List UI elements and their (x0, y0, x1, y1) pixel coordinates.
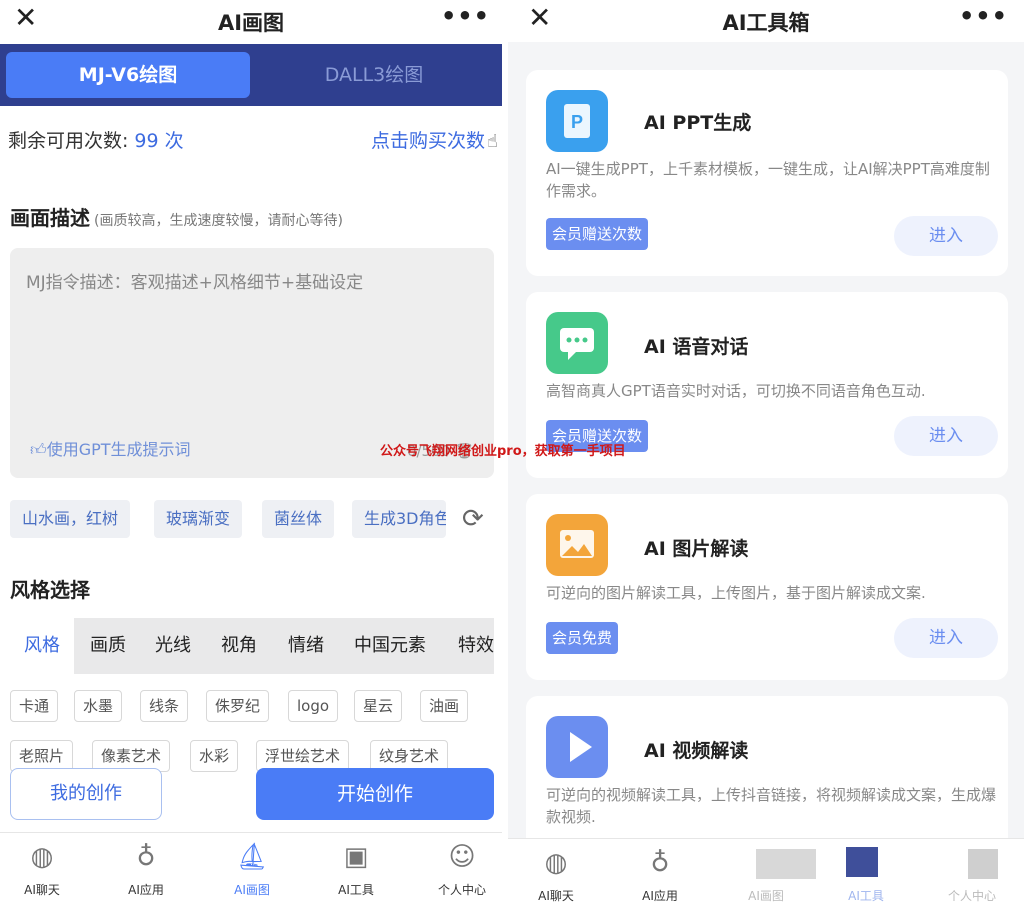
enter-button[interactable]: 进入 (894, 216, 998, 256)
tool-name: AI PPT生成 (644, 112, 752, 134)
tab-mj-v6[interactable]: MJ-V6绘图 (6, 52, 250, 98)
lightbulb-icon: ♁ (650, 848, 670, 878)
tab-dall3[interactable]: DALL3绘图 (252, 52, 496, 98)
style-tab[interactable]: 风格 (10, 618, 74, 674)
thumb-up-icon: 👍︎ (30, 440, 47, 459)
style-tag[interactable]: 星云 (354, 690, 403, 722)
page-title: AI工具箱 (722, 11, 810, 35)
ppt-icon: P (546, 90, 608, 152)
tool-description: AI一键生成PPT，上千素材模板，一键生成，让AI解决PPT高难度制作需求。 (546, 160, 990, 200)
style-tab[interactable]: 视角 (221, 618, 257, 674)
nav-item-ai-chat[interactable]: ◍ AI聊天 (508, 845, 604, 904)
prompt-chip[interactable]: 菌丝体 (262, 500, 335, 538)
tool-card-image-reading: AI 图片解读 可逆向的图片解读工具，上传图片，基于图片解读成文案. 会员免费 … (526, 494, 1008, 680)
sailboat-icon: ⛵︎ (235, 842, 269, 872)
enter-button[interactable]: 进入 (894, 416, 998, 456)
remaining-count: 剩余可用次数: 99 次 (8, 126, 184, 153)
watermark-text: 公众号飞翔网络创业pro，获取第一手项目 (380, 444, 626, 459)
prompt-placeholder: MJ指令描述：客观描述+风格细节+基础设定 (26, 273, 364, 293)
bottom-nav: ◍ AI聊天 ♁ AI应用 ⛵︎ AI画图 ▣ AI工具 ☺ 个人中心 (0, 832, 502, 904)
nav-label: AI画图 (748, 889, 784, 903)
style-tag[interactable]: 油画 (420, 690, 469, 722)
chat-bubble-icon (546, 312, 608, 374)
enter-button[interactable]: 进入 (894, 618, 998, 658)
start-creating-button[interactable]: 开始创作 (256, 768, 494, 820)
tool-name: AI 视频解读 (644, 740, 749, 762)
desc-title: 画面描述 (10, 206, 90, 230)
style-section-title: 风格选择 (10, 578, 90, 602)
nav-label: AI聊天 (24, 883, 60, 897)
user-icon: ☺ (448, 842, 476, 872)
buy-label: 点击购买次数 (371, 130, 486, 152)
svg-text:P: P (571, 112, 583, 132)
model-tab-bar: MJ-V6绘图 DALL3绘图 (0, 44, 502, 106)
bottom-nav: ◍ AI聊天 ♁ AI应用 AI画图 AI工具 个人中心 (508, 838, 1024, 904)
header: ✕ AI工具箱 ••• (508, 0, 1024, 42)
nav-label: 个人中心 (437, 883, 486, 897)
tool-description: 可逆向的视频解读工具，上传抖音链接，将视频解读成文案，生成爆款视频. (546, 786, 997, 826)
remaining-value: 99 次 (134, 130, 184, 152)
nav-item-ai-drawing[interactable]: ⛵︎ AI画图 (204, 839, 300, 898)
nav-item-ai-tools[interactable]: ▣ AI工具 (308, 839, 404, 898)
nav-item-ai-apps[interactable]: ♁ AI应用 (98, 839, 194, 898)
nav-label: AI画图 (234, 883, 270, 897)
style-tab[interactable]: 画质 (90, 618, 126, 674)
style-tab[interactable]: 光线 (155, 618, 191, 674)
prompt-chip[interactable]: 山水画，红树 (10, 500, 131, 538)
nav-label: AI工具 (848, 889, 884, 903)
style-tab[interactable]: 中国元素 (354, 618, 426, 674)
nav-item-profile[interactable]: ☺ 个人中心 (414, 839, 502, 898)
video-play-icon (546, 716, 608, 778)
tool-card-ppt: P AI PPT生成 AI一键生成PPT，上千素材模板，一键生成，让AI解决PP… (526, 70, 1008, 276)
style-tag[interactable]: 侏罗纪 (206, 690, 270, 722)
style-tag[interactable]: 线条 (140, 690, 189, 722)
refresh-icon[interactable]: ⟳ (462, 504, 484, 534)
nav-label: AI聊天 (538, 889, 574, 903)
style-tab-bar: 风格 画质 光线 视角 情绪 中国元素 特效 (10, 618, 494, 674)
nav-label: AI应用 (128, 883, 164, 897)
prompt-chip[interactable]: 玻璃渐变 (154, 500, 243, 538)
tool-name: AI 图片解读 (644, 538, 749, 560)
tool-description: 高智商真人GPT语音实时对话，可切换不同语音角色互动. (546, 382, 926, 400)
gpt-prompt-button[interactable]: 👍︎使用GPT生成提示词 (30, 436, 191, 460)
blurred-overlay (846, 847, 878, 877)
globe-icon: ◍ (30, 842, 54, 872)
blurred-overlay (756, 849, 816, 879)
prompt-chip[interactable]: 生成3D角色 (352, 500, 446, 538)
remaining-label: 剩余可用次数: (8, 130, 129, 152)
lightbulb-icon: ♁ (136, 842, 156, 872)
my-creations-button[interactable]: 我的创作 (10, 768, 162, 820)
tool-description: 可逆向的图片解读工具，上传图片，基于图片解读成文案. (546, 584, 926, 602)
member-badge: 会员赠送次数 (546, 218, 649, 250)
header: ✕ AI画图 ••• (0, 0, 502, 42)
image-icon (546, 514, 608, 576)
nav-label: AI应用 (642, 889, 678, 903)
page-title: AI画图 (217, 11, 285, 35)
style-tab[interactable]: 情绪 (288, 618, 324, 674)
style-tag[interactable]: 水彩 (190, 740, 239, 772)
desc-section-title: 画面描述 (画质较高，生成速度较慢，请耐心等待) (10, 202, 343, 231)
style-tag[interactable]: logo (288, 690, 339, 722)
gpt-prompt-label: 使用GPT生成提示词 (46, 440, 191, 459)
style-tab[interactable]: 特效 (458, 618, 494, 674)
tool-name: AI 语音对话 (644, 336, 749, 358)
style-tag[interactable]: 水墨 (74, 690, 123, 722)
tool-card-video-reading: AI 视频解读 可逆向的视频解读工具，上传抖音链接，将视频解读成文案，生成爆款视… (526, 696, 1008, 856)
style-tag[interactable]: 卡通 (10, 690, 59, 722)
more-icon[interactable]: ••• (959, 2, 1008, 30)
buy-count-link[interactable]: 点击购买次数 ☝ (371, 126, 498, 153)
toolbox-icon: ▣ (343, 842, 369, 872)
member-badge: 会员免费 (546, 622, 619, 654)
nav-item-ai-apps[interactable]: ♁ AI应用 (612, 845, 708, 904)
nav-item-ai-chat[interactable]: ◍ AI聊天 (0, 839, 90, 898)
nav-label: AI工具 (338, 883, 374, 897)
desc-subtitle: (画质较高，生成速度较慢，请耐心等待) (94, 213, 343, 229)
blurred-overlay (968, 849, 998, 879)
nav-label: 个人中心 (947, 889, 996, 903)
hand-pointer-icon: ☝ (487, 131, 498, 152)
more-icon[interactable]: ••• (441, 2, 490, 30)
globe-icon: ◍ (544, 848, 568, 878)
